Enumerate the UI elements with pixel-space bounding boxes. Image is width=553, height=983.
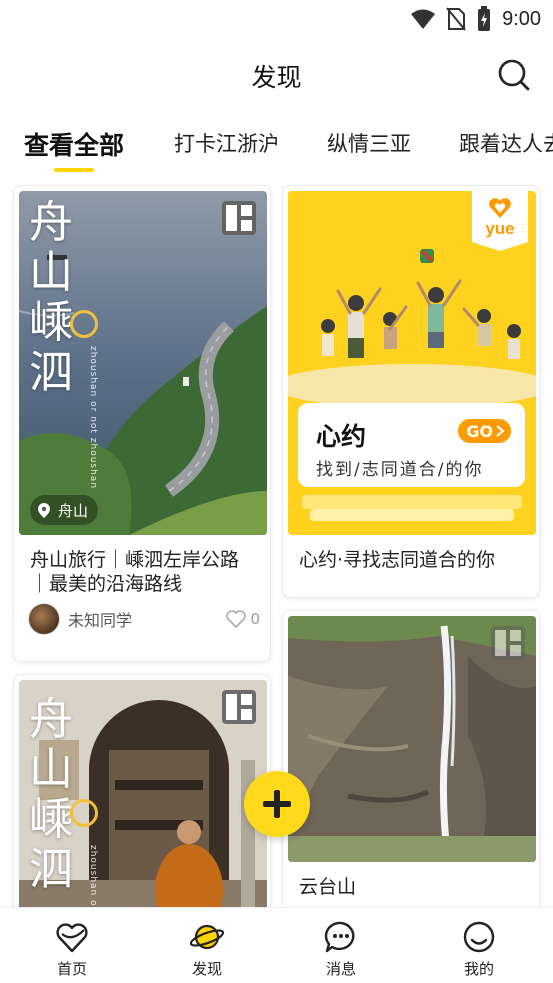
cover-ring-decoration [70,310,98,338]
heart-outline-icon [56,923,88,953]
battery-charging-icon [478,6,491,31]
feed-card-zhoushan-road[interactable]: 舟 山 嵊 泗 zhoushan or not zhoushan 舟山 舟山旅行… [13,185,271,662]
cover-char: 舟 [29,197,73,248]
cover-english-caption: zhoushan or not zhoushan [88,346,98,490]
heart-logo-icon [489,198,511,218]
cover-char: 嵊 [29,297,73,348]
yue-badge: yue [472,191,528,251]
nav-item-me[interactable]: 我的 [429,908,529,983]
search-icon[interactable] [497,58,531,92]
tab-sanya[interactable]: 纵情三亚 [327,128,411,158]
nav-item-home[interactable]: 首页 [22,908,122,983]
cover-char: 舟 [29,694,73,745]
collage-grid-icon [491,626,525,660]
discover-screen: 9:00 发现 查看全部 打卡江浙沪 纵情三亚 跟着达人去 [0,0,553,983]
location-tag: 舟山 [30,495,99,525]
category-tabs: 查看全部 打卡江浙沪 纵情三亚 跟着达人去 [0,122,553,182]
cover-char: 山 [29,744,73,795]
cover-vertical-title: 舟 山 嵊 泗 [26,695,76,895]
chat-bubble-icon [324,921,355,953]
header: 发现 [0,44,553,108]
avatar[interactable] [28,603,60,635]
nav-item-discover[interactable]: 发现 [157,908,257,983]
chevron-right-icon [496,425,505,437]
cover-char: 泗 [29,844,73,895]
collage-grid-icon [222,201,256,235]
feed-card-zhoushan-temple[interactable]: 舟 山 嵊 泗 zhoushan or not zhoushan [13,674,271,934]
collage-grid-icon [222,690,256,724]
plus-icon [263,790,291,818]
feed-card-xinyue[interactable]: yue 心约 GO 找到/志同道合/的你 心约·寻找志同道合的你 [282,185,540,598]
tab-jiangzhehu[interactable]: 打卡江浙沪 [174,128,279,158]
nav-label-home: 首页 [56,960,87,978]
author-name[interactable]: 未知同学 [68,607,226,631]
cover-char: 山 [29,247,73,298]
card-title[interactable]: 舟山旅行｜嵊泗左岸公路｜最美的沿海路线 [30,548,256,596]
tab-all[interactable]: 查看全部 [24,126,124,162]
status-icons: 9:00 [410,6,541,32]
cover-char: 泗 [29,347,73,398]
xinyue-banner-subtitle: 找到/志同道合/的你 [316,460,484,480]
tab-active-indicator [54,168,94,172]
card-title[interactable]: 云台山 [299,875,525,899]
feed-card-yuntaishan[interactable]: 云台山 [282,610,540,930]
nav-label-discover: 发现 [191,960,222,978]
author-row: 未知同学 0 [28,602,260,636]
page-title: 发现 [251,63,302,92]
cover-char: 嵊 [29,794,73,845]
wifi-icon [411,9,436,29]
cover-ring-decoration [70,799,98,827]
status-bar: 9:00 [0,0,553,38]
xinyue-banner-panel: 心约 GO 找到/志同道合/的你 [298,403,525,487]
nav-item-messages[interactable]: 消息 [291,908,391,983]
nav-label-me: 我的 [463,960,494,978]
card-title[interactable]: 心约·寻找志同道合的你 [299,548,525,572]
xinyue-banner-title: 心约 [316,422,367,451]
cover-vertical-title: 舟 山 嵊 泗 [26,198,76,398]
like-count: 0 [250,610,260,628]
card-cover-image: yue 心约 GO 找到/志同道合/的你 [288,191,536,535]
bottom-nav: 首页 发现 消息 我的 [0,907,553,983]
go-button[interactable]: GO [458,419,511,443]
go-label: GO [466,421,493,441]
no-sim-icon [446,7,466,31]
tab-follow-expert[interactable]: 跟着达人去 [459,128,553,158]
location-pin-icon [38,502,50,518]
planet-icon [189,924,225,950]
add-post-button[interactable] [244,771,310,837]
status-time: 9:00 [502,7,541,30]
location-name: 舟山 [58,501,89,520]
heart-icon[interactable] [226,610,247,628]
smile-face-icon [463,921,495,953]
nav-label-messages: 消息 [325,960,356,978]
yue-badge-text: yue [485,219,515,238]
